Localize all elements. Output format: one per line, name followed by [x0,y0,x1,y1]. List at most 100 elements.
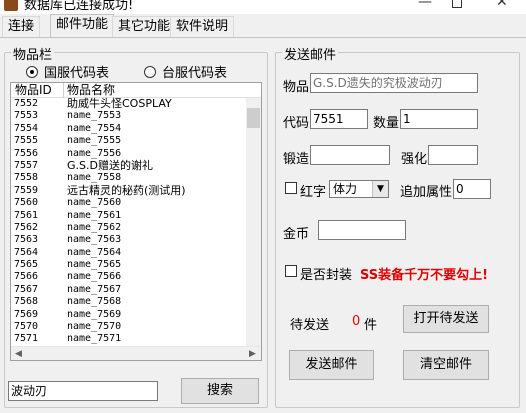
item-id-cell: 7566 [14,271,39,283]
window-title: 数据库已连接成功! [24,0,134,13]
red-text-select[interactable]: 体力 ▼ [329,180,389,198]
item-panel-title: 物品栏 [11,44,55,63]
radio-taiwan-indicator[interactable] [144,65,156,78]
list-item[interactable]: 7566 name_7566 [11,271,246,283]
list-item[interactable]: 7562 name_7562 [11,222,246,234]
pending-unit: 件 [364,318,378,333]
item-name-cell: name_7553 [67,110,122,122]
vertical-scrollbar[interactable] [246,98,261,346]
list-item[interactable]: 7554 name_7554 [11,123,246,135]
item-id-cell: 7558 [14,172,39,184]
item-name-cell: name_7563 [67,234,122,246]
item-name-cell: name_7555 [67,135,122,147]
list-header: 物品ID 物品名称 [11,83,261,98]
item-field: G.S.D遗失的究极波动刃 [310,73,478,93]
scrollbar-thumb[interactable] [247,108,260,128]
horizontal-scrollbar[interactable]: ◀ ▶ [11,346,261,360]
item-id-cell: 7564 [14,246,39,258]
radio-domestic-label: 国服代码表 [44,66,110,81]
send-mail-button[interactable]: 发送邮件 [289,350,374,380]
list-item[interactable]: 7553 name_7553 [11,110,246,122]
item-name-cell: name_7568 [67,296,122,308]
open-pending-button[interactable]: 打开待发送 [403,305,489,333]
scroll-right-icon[interactable]: ▶ [249,347,256,360]
pending-count: 0 [352,314,361,329]
pending-label: 待发送 [290,318,330,333]
quantity-field[interactable]: 1 [400,109,478,129]
item-name-cell: name_7558 [67,172,122,184]
scroll-left-icon[interactable]: ◀ [15,347,22,360]
tab-divider [0,37,526,38]
red-text-label: 红字 [300,185,327,200]
tab-mail[interactable]: 邮件功能 [50,14,115,38]
tab-other[interactable]: 其它功能 [112,16,177,38]
item-id-cell: 7571 [14,333,39,345]
item-id-cell: 7554 [14,122,39,134]
item-id-cell: 7570 [14,321,39,333]
tab-connect[interactable]: 连接 [2,16,41,38]
item-id-cell: 7567 [14,283,39,295]
code-field[interactable]: 7551 [310,109,368,129]
app-icon [4,0,18,11]
list-item[interactable]: 7561 name_7561 [11,210,246,222]
list-item[interactable]: 7555 name_7555 [11,135,246,147]
list-item[interactable]: 7557 G.S.D赠送的谢礼 [11,158,246,172]
gold-field[interactable] [318,220,406,240]
extra-attr-field[interactable]: 0 [453,179,491,199]
item-name-cell: name_7571 [67,333,122,345]
item-name-cell: 远古精灵的秘药(测试用) [67,183,186,197]
radio-taiwan[interactable]: 台服代码表 [144,62,227,81]
forge-field[interactable] [310,145,390,165]
radio-domestic-indicator[interactable] [26,65,38,78]
search-input[interactable]: 波动刃 [8,381,158,401]
list-item[interactable]: 7570 name_7570 [11,321,246,333]
enhance-label: 强化 [401,152,428,167]
red-text-checkbox[interactable] [285,182,297,194]
list-item[interactable]: 7567 name_7567 [11,284,246,296]
list-item[interactable]: 7571 name_7571 [11,333,246,345]
item-name-cell: G.S.D赠送的谢礼 [67,158,153,172]
item-id-cell: 7561 [14,209,39,221]
item-id-cell: 7553 [14,110,39,122]
list-item[interactable]: 7569 name_7569 [11,309,246,321]
list-item[interactable]: 7558 name_7558 [11,172,246,184]
minimize-button[interactable]: — [418,0,432,10]
list-item[interactable]: 7565 name_7565 [11,259,246,271]
list-item[interactable]: 7560 name_7560 [11,197,246,209]
item-name-cell: name_7561 [67,209,122,221]
item-id-cell: 7562 [14,221,39,233]
tab-help[interactable]: 软件说明 [170,16,235,38]
item-id-cell: 7556 [14,147,39,159]
close-button[interactable]: ✕ [496,0,508,10]
search-button[interactable]: 搜索 [181,378,259,404]
item-name-cell: name_7567 [67,283,122,295]
item-name-cell: 助威牛头怪COSPLAY [67,97,172,110]
item-id-cell: 7563 [14,234,39,246]
list-item[interactable]: 7568 name_7568 [11,296,246,308]
list-item[interactable]: 7564 name_7564 [11,247,246,259]
item-id-cell: 7565 [14,259,39,271]
enhance-field[interactable] [428,145,478,165]
chevron-down-icon[interactable]: ▼ [372,181,388,197]
item-name-cell: name_7562 [67,221,122,233]
item-list[interactable]: 物品ID 物品名称 7552 助威牛头怪COSPLAY 7553 name_7553 7… [10,82,262,361]
list-item[interactable]: 7563 name_7563 [11,234,246,246]
list-item[interactable]: 7552 助威牛头怪COSPLAY [11,97,246,110]
clear-mail-button[interactable]: 清空邮件 [403,350,489,380]
mail-panel-title: 发送邮件 [282,44,339,63]
column-divider[interactable] [63,83,64,98]
item-id-cell: 7569 [14,308,39,320]
maximize-button[interactable] [452,0,462,8]
item-id-cell: 7568 [14,296,39,308]
item-name-cell: name_7564 [67,246,122,258]
title-bar: 数据库已连接成功! — ✕ [0,0,526,14]
radio-domestic[interactable]: 国服代码表 [26,62,109,81]
column-header-id[interactable]: 物品ID [15,83,52,98]
item-id-cell: 7559 [14,184,39,196]
column-header-name[interactable]: 物品名称 [67,83,115,98]
item-name-cell: name_7565 [67,259,122,271]
list-item[interactable]: 7559 远古精灵的秘药(测试用) [11,183,246,197]
item-name-cell: name_7566 [67,271,122,283]
seal-checkbox[interactable] [285,265,297,277]
item-id-cell: 7557 [14,159,39,171]
